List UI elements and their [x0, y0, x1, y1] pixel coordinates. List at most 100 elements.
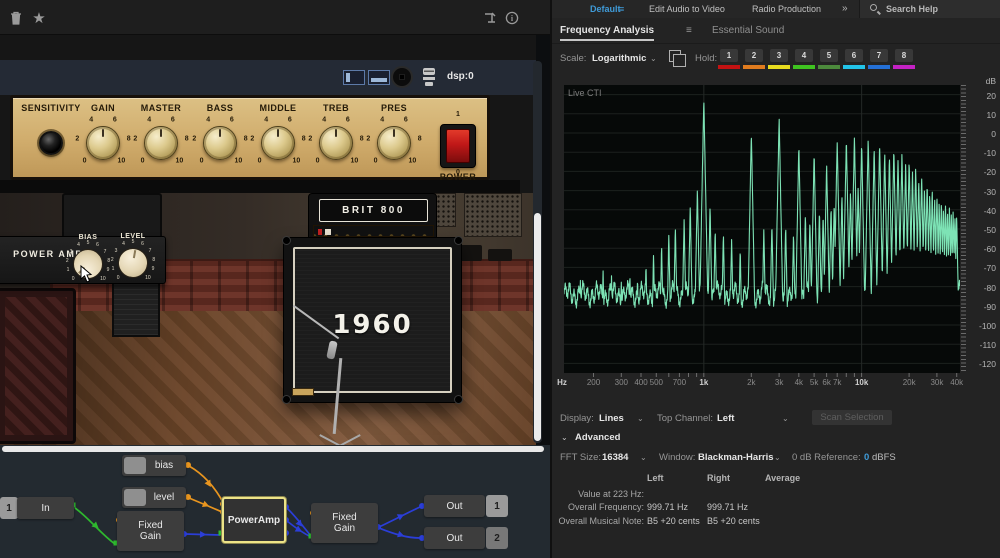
amp-plugin-panel: ★ i dsp:0 SENSITIVITY GAIN0246810MASTER0… — [0, 0, 550, 558]
view-layout-bottom-icon[interactable] — [368, 70, 390, 85]
knob-scale-number: 8 — [244, 135, 248, 142]
node-bias[interactable]: bias — [122, 455, 186, 476]
freq-tick-label-6k: 6k — [822, 378, 830, 387]
search-help-box[interactable]: Search Help — [859, 0, 1000, 18]
knob-bass[interactable] — [203, 126, 237, 160]
acoustic-panel — [464, 193, 522, 237]
knob-label-pres: PRES — [381, 103, 407, 113]
power-rocker[interactable] — [446, 129, 470, 163]
knob-master[interactable] — [144, 126, 178, 160]
amp-control-panel: SENSITIVITY GAIN0246810MASTER0246810BASS… — [10, 95, 490, 180]
knob-scale-number: 0 — [83, 158, 87, 165]
out-2-badge[interactable]: 2 — [486, 527, 508, 549]
node-out-2[interactable]: Out — [424, 527, 485, 549]
node-fixed-gain-1[interactable]: Fixed Gain — [117, 511, 184, 551]
freq-tick-label-10k: 10k — [855, 378, 868, 387]
knob-scale-number: 7 — [104, 249, 107, 255]
hold-button-8[interactable]: 8 — [895, 49, 913, 62]
node-in[interactable]: In — [17, 497, 74, 519]
top-channel-dropdown[interactable]: Left — [717, 413, 734, 424]
knob-label-treb: TREB — [323, 103, 349, 113]
knob-scale-number: 6 — [346, 116, 350, 123]
db-tick-label: -10 — [966, 148, 996, 158]
display-dropdown[interactable]: Lines — [599, 413, 624, 424]
knob-treb[interactable] — [319, 126, 353, 160]
record-stop-icon[interactable] — [391, 66, 413, 88]
device-strip: dsp:0 — [0, 60, 536, 95]
workspace-tab-radio-production[interactable]: Radio Production — [752, 4, 821, 14]
advanced-section-label[interactable]: Advanced — [575, 432, 620, 443]
power-on-label: 1 — [456, 111, 460, 118]
hold-button-row: 12345678 — [552, 49, 1000, 71]
favorite-star-icon[interactable]: ★ — [30, 9, 48, 27]
values-row-label: Overall Frequency: — [552, 502, 644, 512]
power-switch[interactable] — [440, 124, 476, 168]
db-tick-label: 10 — [966, 110, 996, 120]
workspace-tab-default[interactable]: Default — [590, 4, 621, 14]
advanced-collapse-chevron[interactable]: ⌄ — [561, 433, 568, 442]
window-dropdown[interactable]: Blackman-Harris — [698, 452, 774, 463]
chevron-down-icon[interactable]: ⌄ — [782, 414, 789, 423]
svg-text:i: i — [511, 14, 514, 23]
wire — [189, 498, 222, 512]
info-icon[interactable]: i — [503, 9, 521, 27]
node-poweramp[interactable]: PowerAmp — [222, 497, 286, 543]
knob-scale-number: 2 — [308, 135, 312, 142]
values-row-label: Overall Musical Note: — [552, 516, 644, 526]
vertical-scrollbar[interactable] — [534, 213, 541, 441]
hold-button-6[interactable]: 6 — [845, 49, 863, 62]
signal-path-icon[interactable] — [482, 9, 500, 27]
speaker-cabinet[interactable]: 1960 — [283, 237, 462, 403]
view-layout-left-icon[interactable] — [343, 70, 365, 85]
trash-icon[interactable] — [7, 9, 25, 27]
hold-button-7[interactable]: 7 — [870, 49, 888, 62]
hold-button-2[interactable]: 2 — [745, 49, 763, 62]
values-cell: 999.71 Hz — [707, 502, 748, 512]
workspace-menu-icon[interactable]: ≡ — [619, 4, 624, 14]
wire — [287, 521, 311, 537]
node-level[interactable]: level — [122, 487, 186, 508]
panel-menu-icon[interactable]: ≡ — [686, 25, 692, 36]
knob-pres[interactable] — [377, 126, 411, 160]
hold-button-1[interactable]: 1 — [720, 49, 738, 62]
tab-frequency-analysis[interactable]: Frequency Analysis — [560, 25, 654, 41]
knob-scale-number: 8 — [302, 135, 306, 142]
db-reference-unit: dBFS — [872, 452, 896, 463]
hold-color-swatch-4 — [793, 65, 815, 69]
wire — [189, 466, 224, 504]
knob-scale-number: 10 — [145, 275, 151, 281]
freq-tick-label-1k: 1k — [699, 378, 708, 387]
tab-essential-sound[interactable]: Essential Sound — [712, 25, 784, 36]
hold-button-4[interactable]: 4 — [795, 49, 813, 62]
chevron-down-icon[interactable]: ⌄ — [637, 414, 644, 423]
knob-scale-number: 6 — [404, 116, 408, 123]
workspace-tab-edit-audio-to-video[interactable]: Edit Audio to Video — [649, 4, 725, 14]
knob-scale-number: 6 — [141, 241, 144, 247]
workspace-overflow-chevron[interactable]: » — [842, 3, 848, 14]
chevron-down-icon[interactable]: ⌄ — [640, 453, 647, 462]
horizontal-scrollbar[interactable] — [2, 446, 544, 452]
scan-selection-button[interactable]: Scan Selection — [812, 410, 892, 425]
spectrum-plot[interactable] — [564, 85, 960, 373]
out-1-badge[interactable]: 1 — [486, 495, 508, 517]
in-port-badge[interactable]: 1 — [0, 497, 18, 519]
chevron-down-icon[interactable]: ⌄ — [774, 453, 781, 462]
freq-tick-label-2k: 2k — [747, 378, 755, 387]
knob-scale-number: 0 — [200, 158, 204, 165]
knob-scale-number: 7 — [149, 248, 152, 254]
knob-gain[interactable] — [86, 126, 120, 160]
signal-routing-graph: 1InbiaslevelFixed GainPowerAmpFixed Gain… — [0, 445, 550, 558]
hold-color-swatch-3 — [768, 65, 790, 69]
db-reference-value[interactable]: 0 — [864, 452, 869, 463]
node-out-1[interactable]: Out — [424, 495, 485, 517]
amp-head[interactable]: BRIT 800 — [308, 193, 437, 238]
knob-scale-number: 8 — [360, 135, 364, 142]
vintage-speaker-cab — [0, 288, 76, 444]
node-fixed-gain-2[interactable]: Fixed Gain — [311, 503, 378, 543]
hold-button-3[interactable]: 3 — [770, 49, 788, 62]
fft-size-dropdown[interactable]: 16384 — [602, 452, 628, 463]
freq-tick-label-3k: 3k — [775, 378, 783, 387]
values-cell: 999.71 Hz — [647, 502, 688, 512]
hold-button-5[interactable]: 5 — [820, 49, 838, 62]
knob-middle[interactable] — [261, 126, 295, 160]
